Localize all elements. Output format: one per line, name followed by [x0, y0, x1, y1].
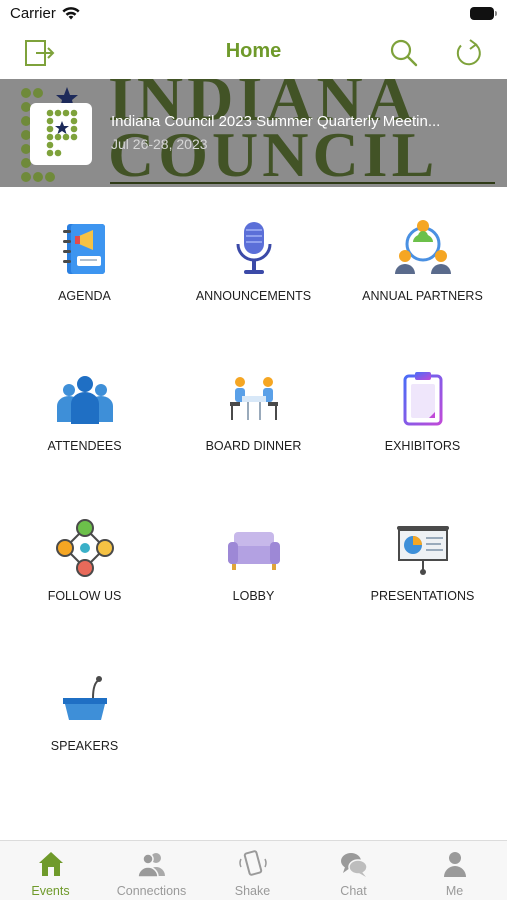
person-icon	[443, 852, 466, 877]
tile-label: SPEAKERS	[50, 739, 119, 753]
tab-label: Events	[31, 884, 70, 898]
battery-icon	[470, 7, 497, 20]
banner-divider	[110, 182, 495, 184]
agenda-book-icon	[62, 224, 105, 274]
event-logo	[30, 103, 92, 165]
podium-icon	[62, 676, 107, 720]
tile-lobby[interactable]: LOBBY	[169, 500, 338, 620]
banner-background-text: INDIANA COUNCIL	[108, 79, 439, 187]
tile-label: ATTENDEES	[47, 439, 122, 453]
attendees-icon	[56, 376, 113, 424]
tile-label: ANNOUNCEMENTS	[195, 289, 312, 303]
tile-label: EXHIBITORS	[384, 439, 461, 453]
tile-agenda[interactable]: AGENDA	[0, 200, 169, 320]
tile-attendees[interactable]: ATTENDEES	[0, 350, 169, 470]
wifi-icon	[62, 7, 80, 20]
tab-chat[interactable]: Chat	[303, 841, 404, 900]
sofa-icon	[227, 532, 280, 570]
tab-label: Chat	[340, 884, 367, 898]
refresh-icon[interactable]	[452, 36, 486, 70]
people-icon	[136, 853, 165, 878]
network-icon	[55, 519, 114, 577]
tile-speakers[interactable]: SPEAKERS	[0, 650, 169, 770]
tile-label: FOLLOW US	[47, 589, 122, 603]
tile-follow-us[interactable]: FOLLOW US	[0, 500, 169, 620]
tile-exhibitors[interactable]: EXHIBITORS	[338, 350, 507, 470]
event-dates: Jul 26-28, 2023	[111, 136, 208, 152]
shake-phone-icon	[238, 850, 267, 876]
tab-label: Me	[445, 884, 464, 898]
presentation-board-icon	[396, 526, 449, 575]
event-banner[interactable]: INDIANA COUNCIL Indiana Council 2023 Summ…	[0, 79, 507, 187]
tile-label: PRESENTATIONS	[370, 589, 475, 603]
tab-me[interactable]: Me	[404, 841, 505, 900]
tile-label: AGENDA	[58, 289, 111, 303]
bottom-tab-bar: Events Connections Shake Chat Me	[0, 840, 507, 900]
event-title: Indiana Council 2023 Summer Quarterly Me…	[111, 113, 441, 130]
clipboard-icon	[403, 372, 442, 426]
tile-board-dinner[interactable]: BOARD DINNER	[169, 350, 338, 470]
tab-label: Shake	[234, 884, 271, 898]
tile-announcements[interactable]: ANNOUNCEMENTS	[169, 200, 338, 320]
dinner-table-icon	[229, 377, 278, 420]
microphone-icon	[236, 222, 271, 274]
tile-label: BOARD DINNER	[205, 439, 302, 453]
tab-label: Connections	[116, 884, 187, 898]
tile-label: ANNUAL PARTNERS	[362, 289, 483, 303]
page-title: Home	[225, 40, 282, 62]
tab-events[interactable]: Events	[0, 841, 101, 900]
search-icon[interactable]	[387, 36, 421, 70]
tile-presentations[interactable]: PRESENTATIONS	[338, 500, 507, 620]
carrier-label: Carrier	[10, 5, 56, 22]
indiana-logo-icon	[46, 109, 78, 157]
partners-icon	[394, 220, 451, 274]
status-bar: Carrier	[0, 0, 507, 28]
chat-bubbles-icon	[340, 853, 368, 877]
tab-connections[interactable]: Connections	[101, 841, 202, 900]
tab-shake[interactable]: Shake	[202, 841, 303, 900]
nav-header: Home	[0, 28, 507, 78]
tile-label: LOBBY	[232, 589, 275, 603]
tile-annual-partners[interactable]: ANNUAL PARTNERS	[338, 200, 507, 320]
home-icon	[38, 852, 63, 876]
